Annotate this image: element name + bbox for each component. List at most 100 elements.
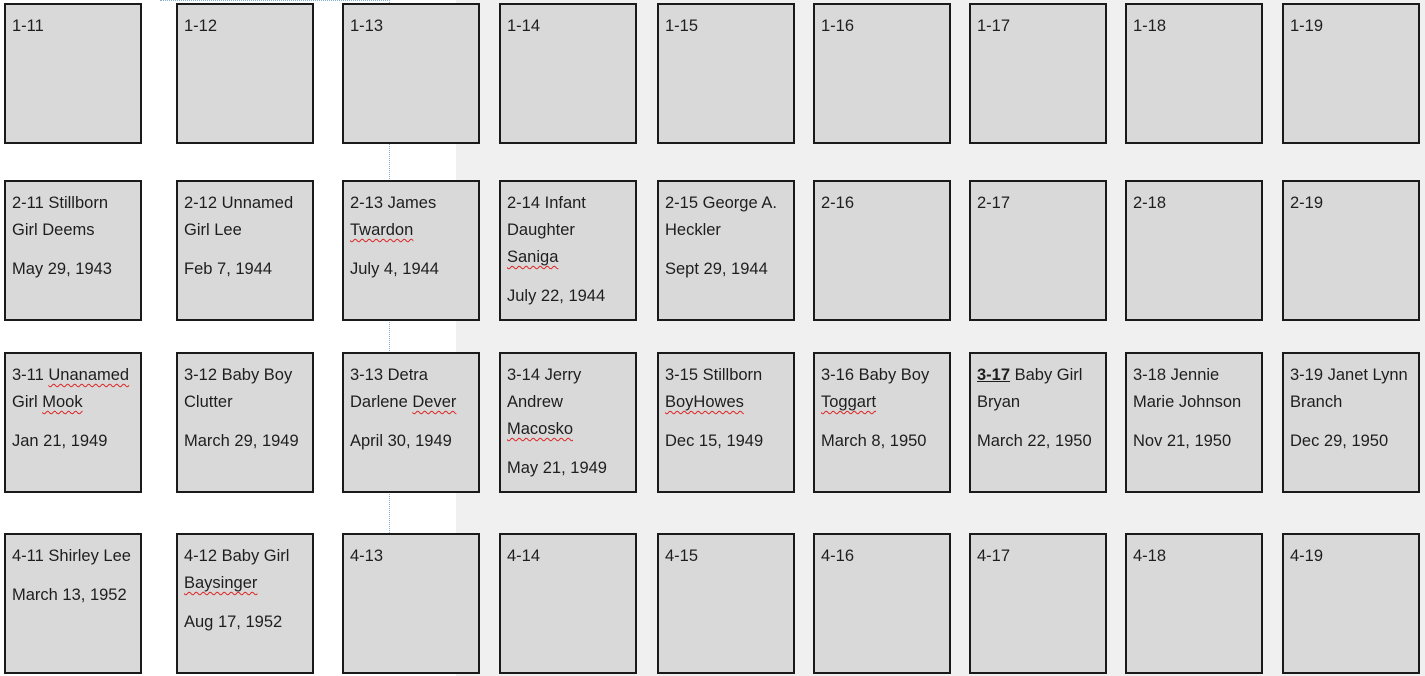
- plot-name-line: Girl Lee: [184, 217, 306, 244]
- text-segment: 2-18: [1133, 194, 1167, 212]
- text-segment: Baby Girl: [1010, 366, 1083, 384]
- plot-cell: 4-15: [657, 533, 795, 674]
- text-segment: 2-19: [1290, 194, 1324, 212]
- plot-name-line: Daughter: [507, 217, 629, 244]
- plot-label: 3-11 Unanamed: [12, 362, 134, 389]
- plot-date: March 22, 1950: [977, 432, 1092, 450]
- plot-date: March 8, 1950: [821, 432, 927, 450]
- plot-name-line: Saniga: [507, 244, 629, 271]
- plot-date: March 29, 1949: [184, 432, 299, 450]
- cemetery-plot-grid: 1-11 1-12 1-13 1-14 1-15 1-16 1-17 1-18 1-19 2-11…: [0, 0, 1425, 676]
- plot-label: 3-12 Baby Boy: [184, 362, 306, 389]
- plot-label: 3-19 Janet Lynn: [1290, 362, 1412, 389]
- plot-date: May 29, 1943: [12, 260, 112, 278]
- text-segment: 1-13: [350, 17, 384, 35]
- plot-label: 4-11 Shirley Lee: [12, 543, 134, 570]
- plot-label: 4-18: [1133, 543, 1255, 570]
- text-segment: 4-17: [977, 547, 1011, 565]
- plot-cell: 2-18: [1125, 180, 1263, 321]
- plot-cell: 1-11: [4, 3, 142, 144]
- plot-label: 4-14: [507, 543, 629, 570]
- plot-name-line: Andrew: [507, 389, 629, 416]
- plot-label: 3-18 Jennie: [1133, 362, 1255, 389]
- plot-date: Jan 21, 1949: [12, 432, 108, 450]
- plot-cell: 4-19: [1282, 533, 1420, 674]
- plot-label: 1-17: [977, 13, 1099, 40]
- text-segment: Andrew: [507, 393, 563, 411]
- plot-name-line: Bryan: [977, 389, 1099, 416]
- plot-name-line: Macosko: [507, 416, 629, 443]
- text-segment: Clutter: [184, 393, 233, 411]
- spellcheck-word: Toggart: [821, 393, 877, 411]
- text-segment: 2-13 James: [350, 194, 437, 212]
- plot-cell: 2-17: [969, 180, 1107, 321]
- plot-label: 2-14 Infant: [507, 190, 629, 217]
- plot-label: 3-15 Stillborn: [665, 362, 787, 389]
- text-segment: 3-13 Detra: [350, 366, 428, 384]
- plot-cell: 3-19 Janet Lynn Branch Dec 29, 1950: [1282, 352, 1420, 493]
- text-segment: 1-12: [184, 17, 218, 35]
- plot-cell: 4-14: [499, 533, 637, 674]
- spellcheck-word: Baysinger: [184, 574, 258, 592]
- text-segment: 1-14: [507, 17, 541, 35]
- spellcheck-word: Saniga: [507, 248, 559, 266]
- text-segment: Girl: [12, 393, 43, 411]
- plot-name-line: Clutter: [184, 389, 306, 416]
- plot-label: 4-15: [665, 543, 787, 570]
- plot-date: July 22, 1944: [507, 287, 606, 305]
- plot-name-line: BoyHowes: [665, 389, 787, 416]
- plot-cell: 2-14 Infant Daughter Saniga July 22, 1944: [499, 180, 637, 321]
- plot-cell: 3-13 Detra Darlene Dever April 30, 1949: [342, 352, 480, 493]
- plot-name-line: Girl Mook: [12, 389, 134, 416]
- spellcheck-word: BoyHowes: [665, 393, 744, 411]
- spellcheck-word: Unanamed: [48, 366, 130, 384]
- plot-name-line: Baysinger: [184, 570, 306, 597]
- plot-label: 1-13: [350, 13, 472, 40]
- plot-date: July 4, 1944: [350, 260, 439, 278]
- plot-label: 1-15: [665, 13, 787, 40]
- plot-cell: 2-11 Stillborn Girl Deems May 29, 1943: [4, 180, 142, 321]
- text-segment: Bryan: [977, 393, 1021, 411]
- plot-label: 1-14: [507, 13, 629, 40]
- plot-name-line: Heckler: [665, 217, 787, 244]
- text-segment: 2-16: [821, 194, 855, 212]
- plot-date: Aug 17, 1952: [184, 613, 283, 631]
- spellcheck-word: Macosko: [507, 420, 574, 438]
- plot-cell: 4-16: [813, 533, 951, 674]
- plot-label: 2-17: [977, 190, 1099, 217]
- text-segment: 4-19: [1290, 547, 1324, 565]
- text-segment: Girl Deems: [12, 221, 95, 239]
- text-segment: Heckler: [665, 221, 721, 239]
- plot-cell: 1-19: [1282, 3, 1420, 144]
- text-segment: 2-14 Infant: [507, 194, 586, 212]
- text-segment: 3-12 Baby Boy: [184, 366, 293, 384]
- plot-label: 1-16: [821, 13, 943, 40]
- plot-date: Nov 21, 1950: [1133, 432, 1232, 450]
- plot-label: 1-12: [184, 13, 306, 40]
- text-segment: 1-17: [977, 17, 1011, 35]
- plot-cell: 1-16: [813, 3, 951, 144]
- text-segment: 2-17: [977, 194, 1011, 212]
- plot-label: 1-11: [12, 13, 134, 40]
- plot-label: 2-19: [1290, 190, 1412, 217]
- text-segment: 2-11 Stillborn: [12, 194, 108, 212]
- text-segment: 1-16: [821, 17, 855, 35]
- text-segment: Girl Lee: [184, 221, 242, 239]
- plot-cell: 2-13 James Twardon July 4, 1944: [342, 180, 480, 321]
- plot-label: 2-13 James: [350, 190, 472, 217]
- plot-cell: 3-18 Jennie Marie Johnson Nov 21, 1950: [1125, 352, 1263, 493]
- spellcheck-word: Dever: [412, 393, 457, 411]
- plot-cell: 4-12 Baby Girl Baysinger Aug 17, 1952: [176, 533, 314, 674]
- plot-cell: 3-11 Unanamed Girl Mook Jan 21, 1949: [4, 352, 142, 493]
- plot-cell: 1-14: [499, 3, 637, 144]
- plot-label: 4-13: [350, 543, 472, 570]
- plot-cell: 1-13: [342, 3, 480, 144]
- plot-label: 3-16 Baby Boy: [821, 362, 943, 389]
- plot-cell: 3-14 Jerry Andrew Macosko May 21, 1949: [499, 352, 637, 493]
- text-segment: 3-18 Jennie: [1133, 366, 1220, 384]
- text-segment: Branch: [1290, 393, 1343, 411]
- plot-cell: 3-15 Stillborn BoyHowes Dec 15, 1949: [657, 352, 795, 493]
- plot-label: 3-13 Detra: [350, 362, 472, 389]
- plot-name-line: Twardon: [350, 217, 472, 244]
- text-segment: 2-15 George A.: [665, 194, 777, 212]
